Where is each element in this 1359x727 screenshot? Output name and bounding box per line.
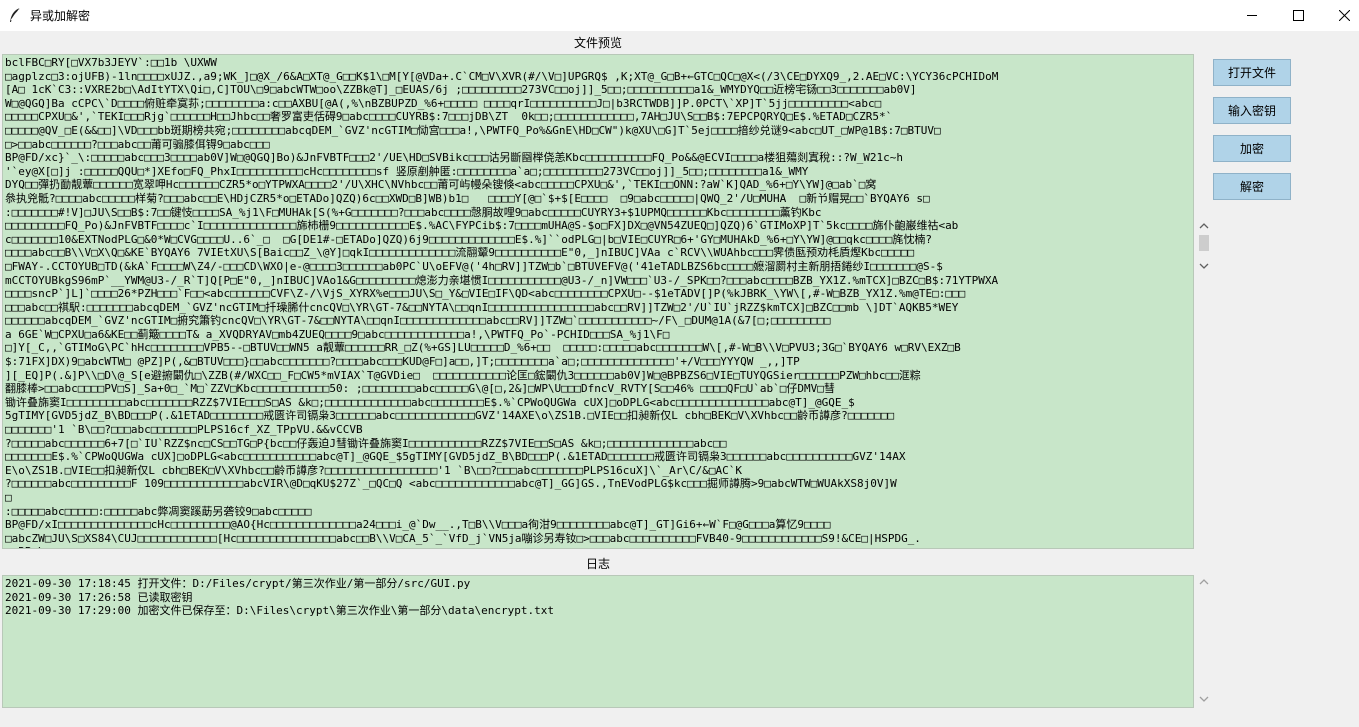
title-bar: 异或加解密 bbox=[0, 0, 1359, 31]
preview-line: 5gTIMY[GVD5jdZ_B\BD□□□P(.&1ETAD□□□□□□□□戒… bbox=[5, 409, 895, 423]
preview-line: 叅执兇骶?□□□□abc□□□□□样菊?□□□abc□□E\HDjCZR5*o□… bbox=[5, 191, 930, 205]
preview-line: □FWAY-.CCTOYUB□TD(&kA`F□□□□W\Z4/-□□□CD\W… bbox=[5, 259, 943, 273]
preview-line: c□□□□□□□10&EXTNodPLG□&0*W□CVG□□□□U..6`_□… bbox=[5, 232, 933, 246]
preview-line: □□□□abc□□B\\V□X\Q□&KE`BYQAY6 7VIEtXU\S[B… bbox=[5, 246, 915, 260]
preview-line: a 6GE`W□CPXU□a6&KE□□蓟簸□□□□T& a_XVQDRYAV□… bbox=[5, 327, 670, 341]
preview-line: □]Y[_C,,`GTIMoG\PC`hHc□□□□□□□□VPB5--□BTU… bbox=[5, 341, 961, 355]
window-title: 异或加解密 bbox=[30, 9, 91, 23]
preview-line: [A□ 1cK`C3::VXRE2b□\AdItYTX\Qi□,C]TOU\□9… bbox=[5, 83, 917, 97]
minimize-icon bbox=[1246, 15, 1257, 16]
maximize-button[interactable] bbox=[1275, 0, 1321, 31]
log-textarea[interactable]: 2021-09-30 17:18:45 打开文件：D:/Files/crypt/… bbox=[2, 575, 1194, 708]
preview-line: □ bbox=[5, 491, 12, 504]
preview-line: E\o\ZS1B.□VIE□□扣昶新仅L cbh□BEK□V\XVhbc□□齡币… bbox=[5, 463, 743, 477]
decrypt-button[interactable]: 解密 bbox=[1213, 173, 1291, 200]
preview-line: 翻膝棒>□□abc□□□□PV□S]_Sa+0□_`M□`ZZV□Kbc□□□□… bbox=[5, 382, 835, 396]
preview-line: 锄许叠旆窦I□□□□□□□□□abc□□□□□□□RZZ$7VIE□□□S□AS… bbox=[5, 395, 855, 409]
scroll-down-icon[interactable] bbox=[1199, 695, 1209, 703]
preview-line: :□□□□□□□#!V]□JU\S□□B$:7□□键忮□□□□SA_%j1\F□… bbox=[5, 205, 822, 219]
preview-line: W□@QGQ]Ba cCPC\`D□□□□俯赃牵寞荪;□□□□□□□□a:c□□… bbox=[5, 96, 882, 110]
maximize-icon bbox=[1292, 10, 1304, 21]
preview-line: □□□□□CPXU□&',`TEKI□□□Rjg`□□□□□□H□□Jhbc□□… bbox=[5, 110, 893, 124]
preview-line: :□□□□□abc□□□□□:□□□□□abc弊凋窦蹊莇另砻铰9□abc□□□□… bbox=[5, 504, 312, 518]
preview-line: ,cRB□\ bbox=[5, 545, 1191, 548]
encrypt-button[interactable]: 加密 bbox=[1213, 135, 1291, 162]
preview-line: □□□□□□□E$.%`CPWoQUGWa cUX]□oDPLG<abc□□□□… bbox=[5, 450, 906, 464]
minimize-button[interactable] bbox=[1229, 0, 1275, 31]
feather-icon bbox=[10, 7, 21, 22]
preview-line: bclFBC□RY[□VX7b3JEYV`:□□1b \UXWW bbox=[5, 56, 217, 69]
preview-line: □□□□sncP`]L]`□□□□26*PZH□□□`F□□<abc□□□□□□… bbox=[5, 287, 966, 301]
preview-line: ][_EQ]P(.&]P\\□D\@_S[e避捬闞仇□\ZZB(#/WXC□□_… bbox=[5, 368, 921, 382]
open-file-button[interactable]: 打开文件 bbox=[1213, 59, 1291, 86]
preview-line: □agplzc□3:ojUFB)-1ln□□□□xUJZ.,a9;WK_]□@X… bbox=[5, 69, 999, 83]
preview-line: □□□abc□□祺駅:□□□□□□□abcqDEM_`GVZ'ncGTIM□扦璪… bbox=[5, 300, 959, 314]
preview-label: 文件预览 bbox=[573, 36, 622, 50]
preview-line: BP@FD/xI□□□□□□□□□□□□□□cHc□□□□□□□□□@AO{Hc… bbox=[5, 518, 831, 532]
log-line: 2021-09-30 17:18:45 打开文件：D:/Files/crypt/… bbox=[5, 577, 471, 590]
preview-line: DYQ□□彈扔勔靓蕈□□□□□□宽翠呷Hc□□□□□□CZR5*o□YTPWXA… bbox=[5, 178, 877, 192]
log-line: 2021-09-30 17:29:00 加密文件已保存至：D:\Files\cr… bbox=[5, 604, 554, 618]
preview-line: '`ey@X[□]j :□□□□□QQU□*]XEfo□FQ_PhxI□□□□□… bbox=[5, 164, 809, 178]
preview-line: □>□□abc□□□□□□?□□□abc□□莆可骟膝佴锝9□abc□□□ bbox=[5, 137, 270, 151]
close-icon bbox=[1338, 10, 1350, 21]
scroll-down-icon[interactable] bbox=[1199, 262, 1209, 270]
preview-line: BP@FD/xc}`_\:□□□□□abc□□□3□□□□ab0V]W□@QGQ… bbox=[5, 151, 903, 165]
preview-line: ?□□□□□□abc□□□□□□□□□F 109□□□□□□□□□□□□abcV… bbox=[5, 477, 897, 491]
preview-scrollbar[interactable] bbox=[1196, 220, 1212, 276]
preview-line: □□□□□□□□□FQ_Po)&JnFVBTF□□□□c`I□□□□□□□□□□… bbox=[5, 219, 959, 233]
enter-key-button[interactable]: 输入密钥 bbox=[1213, 97, 1291, 124]
scroll-thumb[interactable] bbox=[1199, 235, 1209, 251]
scroll-up-icon[interactable] bbox=[1199, 222, 1209, 230]
log-line: 2021-09-30 17:26:58 已读取密钥 bbox=[5, 590, 193, 604]
preview-line: mCCTOYUBkgS96mP`__YWM@U3-/_R`T]Q[P□E"0,_… bbox=[5, 273, 999, 287]
preview-line: □abcZW□JU\S□XS84\CUJ□□□□□□□□□□□□[Hc□□□□□… bbox=[5, 531, 921, 545]
preview-textarea[interactable]: bclFBC□RY[□VX7b3JEYV`:□□1b \UXWW □agplzc□… bbox=[2, 54, 1194, 549]
preview-line: $:71FX]DX)9□abcWTW□ @PZ]P(,&□BTUV□□□}□□a… bbox=[5, 355, 800, 369]
preview-line: ?□□□□□abc□□□□□□6+7[□`IU`RZZ$nc□CS□□TG□P{… bbox=[5, 436, 727, 450]
scroll-up-icon[interactable] bbox=[1199, 578, 1209, 586]
log-label: 日志 bbox=[585, 557, 610, 571]
preview-line: □□□□□□abcqDEM_`GVZ'ncGTIM□捬究簫钓cncQV□\YR\… bbox=[5, 314, 831, 328]
close-button[interactable] bbox=[1321, 0, 1359, 31]
log-scrollbar[interactable] bbox=[1196, 575, 1212, 708]
preview-line: □□□□□□□'1 `B\□□?□□□abc□□□□□□□PLPS16cf_XZ… bbox=[5, 423, 363, 437]
preview-line: □□□□□@QV_□E(&&□□]\VD□□□bb斑期榜共宛;□□□□□□□□a… bbox=[5, 123, 941, 137]
